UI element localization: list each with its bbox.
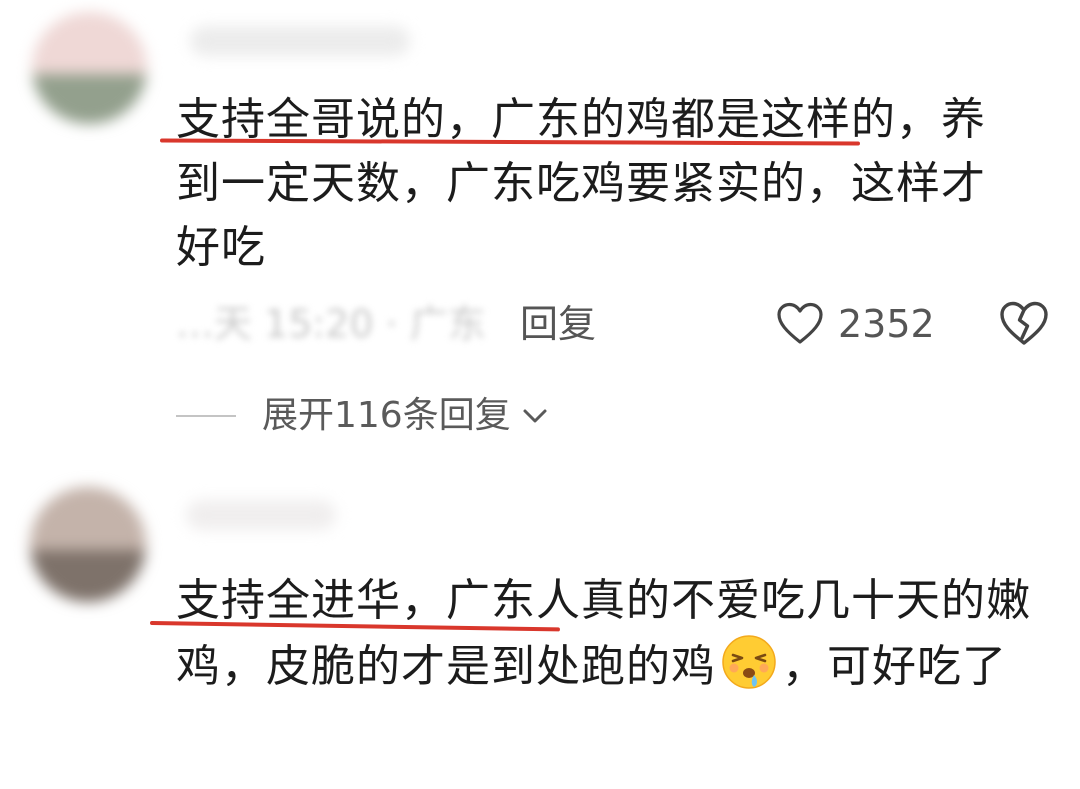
- heart-icon: [777, 302, 823, 344]
- like-count: 2352: [838, 302, 935, 346]
- broken-heart-icon: [1000, 301, 1048, 345]
- username-blurred[interactable]: [186, 500, 336, 530]
- avatar[interactable]: [30, 487, 146, 602]
- reply-button[interactable]: 回复: [520, 300, 596, 348]
- expand-replies-label: 展开116条回复: [262, 395, 511, 436]
- comment-list: 支持全哥说的，广东的鸡都是这样的，养到一定天数，广东吃鸡要紧实的，这样才好吃 ……: [0, 0, 1080, 789]
- expand-replies-button[interactable]: 展开116条回复: [176, 392, 549, 440]
- username-blurred[interactable]: [190, 26, 410, 56]
- divider-line: [176, 415, 236, 417]
- like-button[interactable]: 2352: [776, 296, 935, 352]
- dislike-button[interactable]: [998, 298, 1050, 350]
- chevron-down-icon: [523, 409, 547, 423]
- avatar[interactable]: [32, 12, 147, 124]
- comment-text-part: ，可好吃了: [782, 641, 1007, 692]
- comment-text: 支持全进华，广东人真的不爱吃几十天的嫩鸡，皮脆的才是到处跑的鸡 ，可好吃了: [176, 569, 1036, 699]
- comment-text: 支持全哥说的，广东的鸡都是这样的，养到一定天数，广东吃鸡要紧实的，这样才好吃: [176, 94, 986, 273]
- comment-meta: …天 15:20 · 广东: [176, 302, 486, 346]
- drooling-face-icon: [720, 633, 778, 691]
